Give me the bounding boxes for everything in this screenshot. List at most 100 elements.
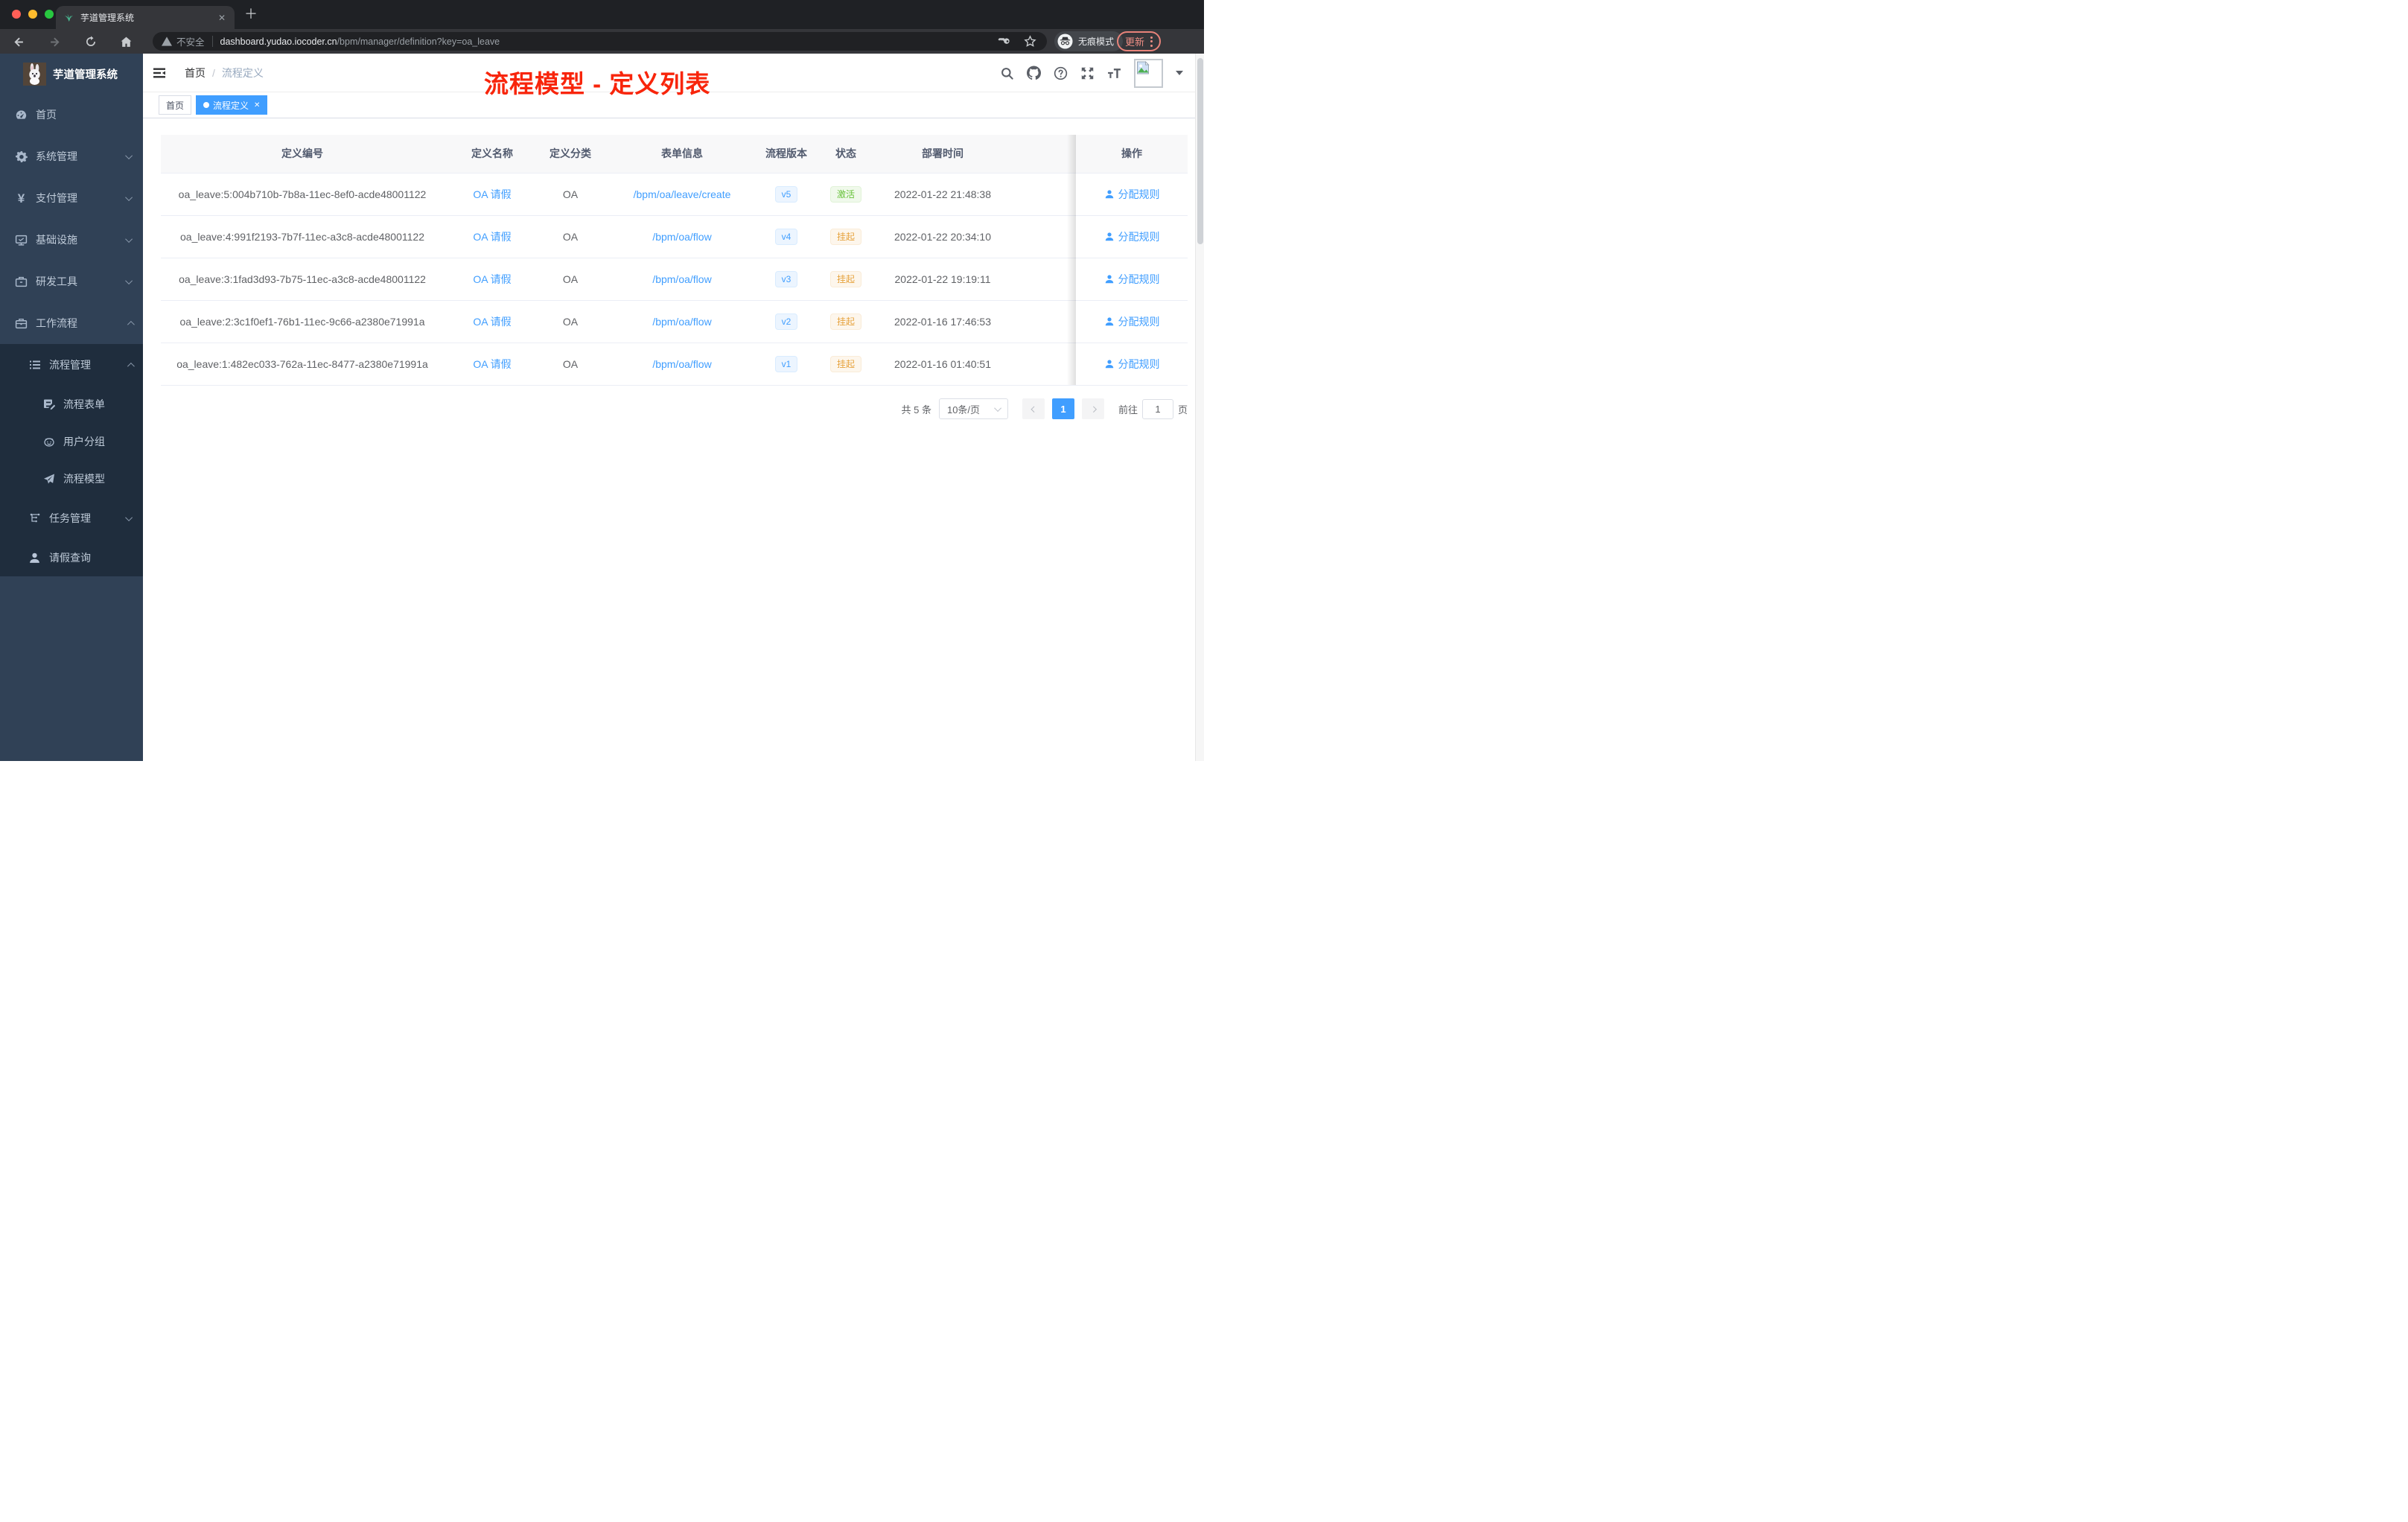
scrollbar[interactable] bbox=[1195, 54, 1204, 761]
form-link[interactable]: /bpm/oa/flow bbox=[652, 358, 711, 370]
page-number-button[interactable]: 1 bbox=[1051, 398, 1074, 419]
forward-icon[interactable] bbox=[47, 34, 63, 50]
app-title: 芋道管理系统 bbox=[53, 69, 118, 81]
address-bar[interactable]: 不安全 dashboard.yudao.iocoder.cn/bpm/manag… bbox=[153, 32, 1047, 51]
definition-table: 定义编号 定义名称 定义分类 表单信息 流程版本 状态 部署时间 操作 oa_l… bbox=[161, 135, 1188, 386]
col-header-category: 定义分类 bbox=[541, 135, 600, 173]
tag-home[interactable]: 首页 bbox=[159, 95, 192, 115]
definition-name-link[interactable]: OA 请假 bbox=[473, 231, 511, 243]
sidebar-item-home[interactable]: 首页 bbox=[0, 94, 143, 136]
reload-icon[interactable] bbox=[83, 34, 99, 50]
sidebar-item-leave-query[interactable]: 请假查询 bbox=[0, 539, 143, 576]
tree-icon bbox=[28, 512, 41, 525]
briefcase-icon bbox=[15, 317, 28, 330]
sidebar-item-label: 研发工具 bbox=[36, 276, 77, 287]
pagination: 共 5 条 10条/页 1 前往 页 bbox=[902, 398, 1188, 419]
sidebar-logo[interactable]: 芋道管理系统 bbox=[0, 54, 143, 94]
sidebar-item-workflow[interactable]: 工作流程 bbox=[0, 302, 143, 344]
tab-title: 芋道管理系统 bbox=[80, 13, 135, 23]
bookmark-star-icon[interactable] bbox=[1024, 35, 1036, 48]
avatar[interactable] bbox=[1134, 58, 1163, 88]
definition-name-link[interactable]: OA 请假 bbox=[473, 316, 511, 328]
cell-category: OA bbox=[541, 343, 600, 386]
sidebar-item-task-management[interactable]: 任务管理 bbox=[0, 497, 143, 539]
assign-rule-link[interactable]: 分配规则 bbox=[1104, 187, 1160, 202]
page-size-select[interactable]: 10条/页 bbox=[938, 398, 1008, 419]
tab-close-icon[interactable]: ✕ bbox=[217, 13, 227, 23]
definition-name-link[interactable]: OA 请假 bbox=[473, 358, 511, 370]
cell-definition-id: oa_leave:1:482ec033-762a-11ec-8477-a2380… bbox=[161, 343, 444, 386]
col-header-version: 流程版本 bbox=[764, 135, 809, 173]
avatar-caret-icon[interactable] bbox=[1176, 71, 1183, 75]
close-window-button[interactable] bbox=[12, 10, 21, 19]
browser-update-button[interactable]: 更新 bbox=[1117, 31, 1162, 51]
text-size-icon[interactable] bbox=[1107, 66, 1121, 80]
form-link[interactable]: /bpm/oa/flow bbox=[652, 231, 711, 243]
cell-deploy-time: 2022-01-16 17:46:53 bbox=[883, 300, 1002, 343]
col-header-id: 定义编号 bbox=[161, 135, 444, 173]
assign-rule-link[interactable]: 分配规则 bbox=[1104, 272, 1160, 287]
incognito-icon bbox=[1057, 34, 1073, 49]
assign-rule-link[interactable]: 分配规则 bbox=[1104, 357, 1160, 372]
sidebar-item-devtools[interactable]: 研发工具 bbox=[0, 261, 143, 302]
zoom-window-button[interactable] bbox=[45, 10, 54, 19]
new-tab-button[interactable]: ＋ bbox=[244, 6, 258, 22]
security-label[interactable]: 不安全 bbox=[176, 34, 205, 48]
chevron-right-icon bbox=[1090, 406, 1097, 413]
user-icon bbox=[1105, 189, 1113, 198]
scrollbar-thumb[interactable] bbox=[1197, 58, 1203, 244]
sidebar-item-label: 流程模型 bbox=[63, 473, 105, 485]
chevron-up-icon bbox=[127, 320, 135, 328]
user-icon bbox=[1105, 232, 1113, 241]
password-key-icon[interactable] bbox=[998, 35, 1010, 48]
help-icon[interactable] bbox=[1054, 66, 1068, 80]
minimize-window-button[interactable] bbox=[28, 10, 37, 19]
assign-rule-link[interactable]: 分配规则 bbox=[1104, 229, 1160, 244]
sidebar-item-system[interactable]: 系统管理 bbox=[0, 136, 143, 177]
cell-deploy-time: 2022-01-16 01:40:51 bbox=[883, 343, 1002, 386]
url-path[interactable]: /bpm/manager/definition?key=oa_leave bbox=[337, 36, 500, 47]
sidebar-item-process-form[interactable]: 流程表单 bbox=[0, 386, 143, 423]
breadcrumb-home[interactable]: 首页 bbox=[185, 66, 206, 80]
browser-tab[interactable]: 芋道管理系统 ✕ bbox=[56, 6, 235, 29]
search-icon[interactable] bbox=[1000, 66, 1014, 80]
security-warning-icon[interactable] bbox=[162, 36, 172, 46]
assign-rule-link[interactable]: 分配规则 bbox=[1104, 314, 1160, 329]
sidebar-item-label: 首页 bbox=[36, 109, 57, 121]
tag-process-definition[interactable]: 流程定义 ✕ bbox=[196, 95, 268, 115]
sidebar-item-label: 系统管理 bbox=[36, 150, 77, 162]
workflow-submenu: 流程管理 流程表单 用户分组 流程模型 任务管理 请假查询 bbox=[0, 344, 143, 576]
sidebar-item-process-management[interactable]: 流程管理 bbox=[0, 344, 143, 386]
home-icon[interactable] bbox=[118, 34, 134, 50]
back-icon[interactable] bbox=[10, 34, 26, 50]
form-link[interactable]: /bpm/oa/flow bbox=[652, 316, 711, 328]
sidebar: 芋道管理系统 首页 系统管理 ¥ 支付管理 基础设施 研发工具 工作流程 流程管… bbox=[0, 54, 143, 761]
user-icon bbox=[1105, 359, 1113, 368]
fullscreen-icon[interactable] bbox=[1080, 66, 1095, 80]
next-page-button[interactable] bbox=[1081, 398, 1104, 419]
browser-menu-icon[interactable] bbox=[1150, 36, 1153, 47]
sidebar-item-infrastructure[interactable]: 基础设施 bbox=[0, 219, 143, 261]
url-host[interactable]: dashboard.yudao.iocoder.cn bbox=[220, 36, 337, 47]
prev-page-button[interactable] bbox=[1022, 398, 1045, 419]
sidebar-fold-icon[interactable] bbox=[152, 66, 167, 80]
browser-window: 芋道管理系统 ✕ ＋ 不安全 dashboard.yudao.iocoder.c… bbox=[0, 0, 1204, 761]
sidebar-item-user-group[interactable]: 用户分组 bbox=[0, 423, 143, 460]
sidebar-item-process-model[interactable]: 流程模型 bbox=[0, 460, 143, 497]
goto-page-input[interactable] bbox=[1141, 398, 1173, 419]
update-label[interactable]: 更新 bbox=[1125, 34, 1144, 48]
sidebar-item-label: 请假查询 bbox=[49, 552, 91, 564]
form-link[interactable]: /bpm/oa/flow bbox=[652, 273, 711, 285]
gear-icon bbox=[15, 150, 28, 163]
definition-name-link[interactable]: OA 请假 bbox=[473, 273, 511, 285]
form-link[interactable]: /bpm/oa/leave/create bbox=[634, 188, 731, 200]
github-icon[interactable] bbox=[1027, 66, 1041, 80]
definition-name-link[interactable]: OA 请假 bbox=[473, 188, 511, 200]
tag-close-icon[interactable]: ✕ bbox=[254, 101, 260, 109]
cell-category: OA bbox=[541, 215, 600, 258]
table-row: oa_leave:1:482ec033-762a-11ec-8477-a2380… bbox=[161, 343, 1188, 386]
sidebar-item-label: 支付管理 bbox=[36, 192, 77, 204]
sidebar-item-label: 流程表单 bbox=[63, 398, 105, 410]
sidebar-item-payment[interactable]: ¥ 支付管理 bbox=[0, 177, 143, 219]
robot-face-icon bbox=[42, 436, 55, 448]
